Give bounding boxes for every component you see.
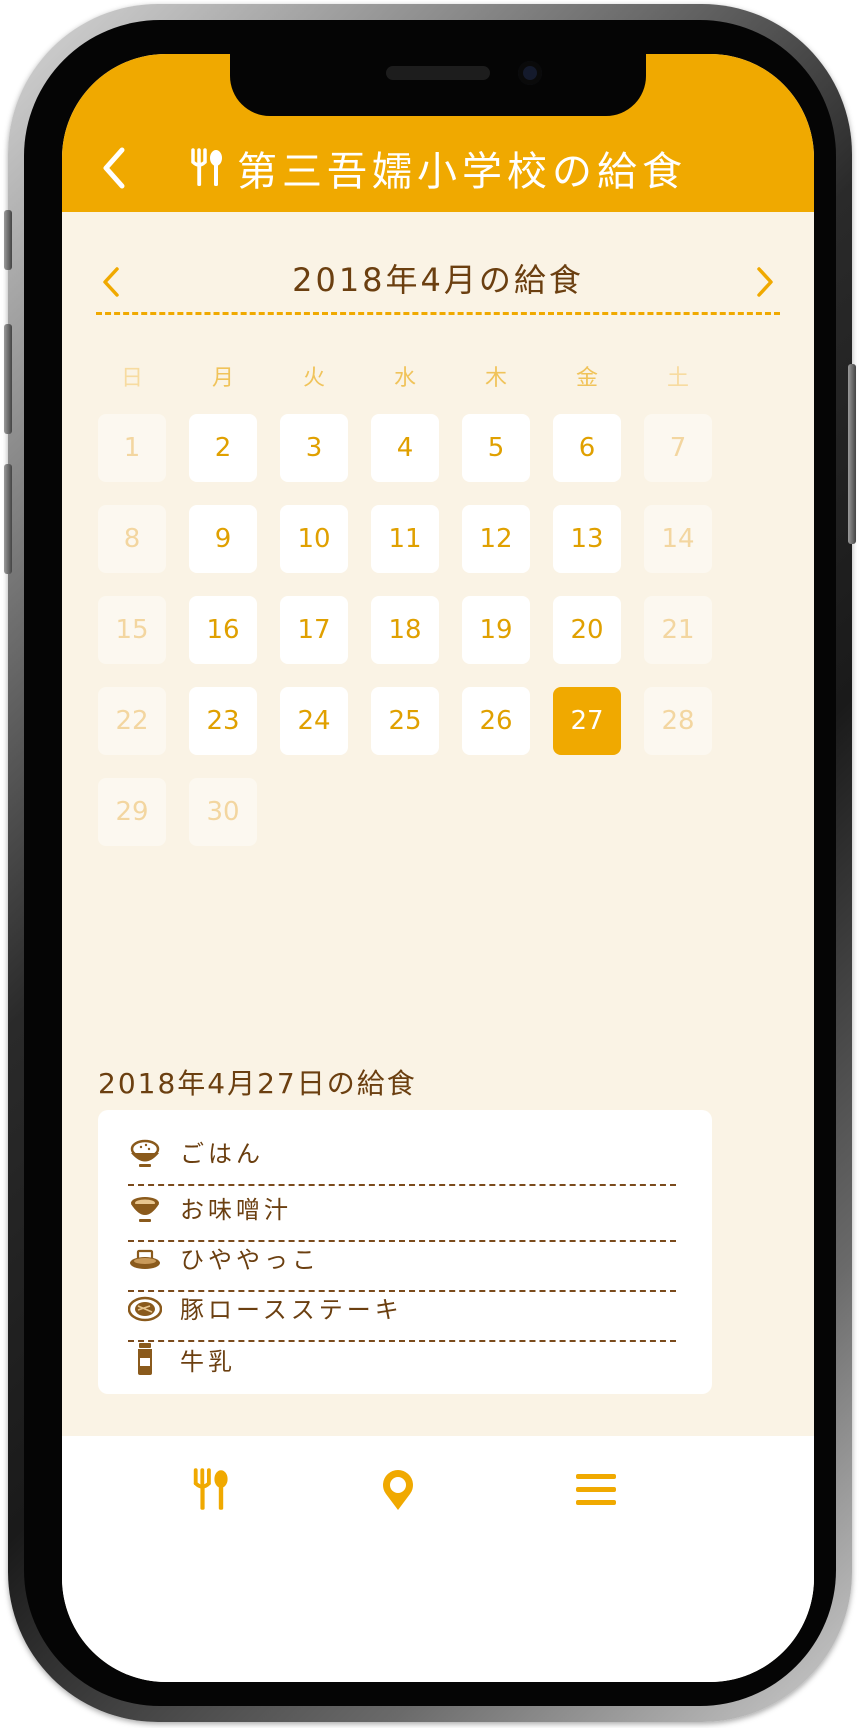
calendar-day[interactable]: 14 — [644, 505, 712, 573]
menu-item-label: ごはん — [180, 1140, 264, 1168]
calendar-day[interactable]: 3 — [280, 414, 348, 482]
calendar-day[interactable]: 28 — [644, 687, 712, 755]
daily-menu-title: 2018年4月27日の給食 — [98, 1067, 417, 1100]
power-button — [848, 364, 856, 544]
mute-switch — [4, 464, 12, 574]
calendar-day[interactable]: 21 — [644, 596, 712, 664]
header-title-group: 第三吾嬬小学校の給食 — [62, 140, 814, 196]
calendar-day[interactable]: 16 — [189, 596, 257, 664]
calendar-day[interactable]: 25 — [371, 687, 439, 755]
calendar-grid: 1 2 3 4 5 6 7 8 9 10 11 12 13 14 15 16 1… — [98, 414, 788, 884]
calendar-day[interactable]: 19 — [462, 596, 530, 664]
menu-item: ごはん — [128, 1130, 676, 1186]
calendar-day[interactable]: 5 — [462, 414, 530, 482]
page-title: 第三吾嬬小学校の給食 — [237, 149, 687, 195]
calendar-day[interactable]: 1 — [98, 414, 166, 482]
calendar-day-selected[interactable]: 27 — [553, 687, 621, 755]
calendar-day[interactable]: 11 — [371, 505, 439, 573]
weekday-mon: 月 — [211, 366, 234, 391]
chevron-right-icon — [757, 267, 773, 297]
volume-down-button — [4, 324, 12, 434]
calendar-day[interactable]: 9 — [189, 505, 257, 573]
calendar-day[interactable]: 6 — [553, 414, 621, 482]
tab-menu[interactable] — [566, 1460, 626, 1520]
menu-item-label: お味噌汁 — [180, 1196, 292, 1224]
month-title-underline — [96, 312, 780, 315]
weekday-sat: 土 — [666, 366, 689, 391]
calendar-day[interactable]: 7 — [644, 414, 712, 482]
earpiece-speaker — [386, 66, 490, 80]
hamburger-menu-icon — [576, 1474, 616, 1505]
menu-item: 牛乳 — [128, 1338, 676, 1394]
prev-month-button[interactable] — [96, 260, 126, 300]
weekday-sun: 日 — [120, 366, 143, 391]
phone-frame: 第三吾嬬小学校の給食 2018年4月の給食 日 月 火 水 木 金 土 1 2 … — [4, 4, 856, 1722]
menu-item-label: ひややっこ — [180, 1246, 320, 1274]
tab-location[interactable] — [368, 1460, 428, 1520]
calendar-day[interactable]: 18 — [371, 596, 439, 664]
menu-card: ごはん お味噌汁 ひややっこ 豚ロースステーキ 牛乳 — [98, 1110, 712, 1394]
calendar-day[interactable]: 15 — [98, 596, 166, 664]
menu-item: 豚ロースステーキ — [128, 1286, 676, 1342]
calendar-day[interactable]: 26 — [462, 687, 530, 755]
calendar-day[interactable]: 8 — [98, 505, 166, 573]
notch — [230, 54, 646, 116]
tab-meals[interactable] — [180, 1460, 240, 1520]
app-screen: 第三吾嬬小学校の給食 2018年4月の給食 日 月 火 水 木 金 土 1 2 … — [62, 54, 814, 1682]
menu-item: お味噌汁 — [128, 1186, 676, 1242]
tofu-plate-icon — [130, 1249, 160, 1269]
calendar-day[interactable]: 22 — [98, 687, 166, 755]
calendar-day[interactable]: 20 — [553, 596, 621, 664]
rice-bowl-icon — [130, 1139, 160, 1167]
next-month-button[interactable] — [750, 260, 780, 300]
calendar-day[interactable]: 4 — [371, 414, 439, 482]
chevron-left-icon — [103, 267, 119, 297]
menu-item: ひややっこ — [128, 1236, 676, 1292]
soup-bowl-icon — [131, 1197, 159, 1222]
calendar-day[interactable]: 12 — [462, 505, 530, 573]
volume-up-button — [4, 210, 12, 270]
calendar-day[interactable]: 23 — [189, 687, 257, 755]
calendar-day[interactable]: 17 — [280, 596, 348, 664]
weekday-fri: 金 — [575, 366, 598, 391]
front-camera — [518, 61, 542, 85]
calendar-day[interactable]: 10 — [280, 505, 348, 573]
menu-item-label: 豚ロースステーキ — [180, 1296, 403, 1324]
calendar-day[interactable]: 2 — [189, 414, 257, 482]
weekday-thu: 木 — [484, 366, 507, 391]
bottom-tab-bar — [62, 1436, 814, 1682]
calendar-day[interactable]: 13 — [553, 505, 621, 573]
weekday-wed: 水 — [393, 366, 416, 391]
fork-spoon-icon — [193, 1468, 228, 1510]
location-pin-icon — [383, 1470, 413, 1510]
calendar-day[interactable]: 30 — [189, 778, 257, 846]
month-title: 2018年4月の給食 — [292, 261, 584, 299]
weekday-header: 日 月 火 水 木 金 土 — [98, 360, 778, 400]
milk-bottle-icon — [138, 1343, 152, 1375]
weekday-tue: 火 — [302, 366, 325, 391]
menu-item-label: 牛乳 — [180, 1348, 236, 1376]
fork-spoon-icon — [191, 148, 222, 186]
steak-plate-icon — [128, 1296, 162, 1322]
calendar-day[interactable]: 29 — [98, 778, 166, 846]
calendar-day[interactable]: 24 — [280, 687, 348, 755]
month-navigation: 2018年4月の給食 — [96, 256, 780, 316]
